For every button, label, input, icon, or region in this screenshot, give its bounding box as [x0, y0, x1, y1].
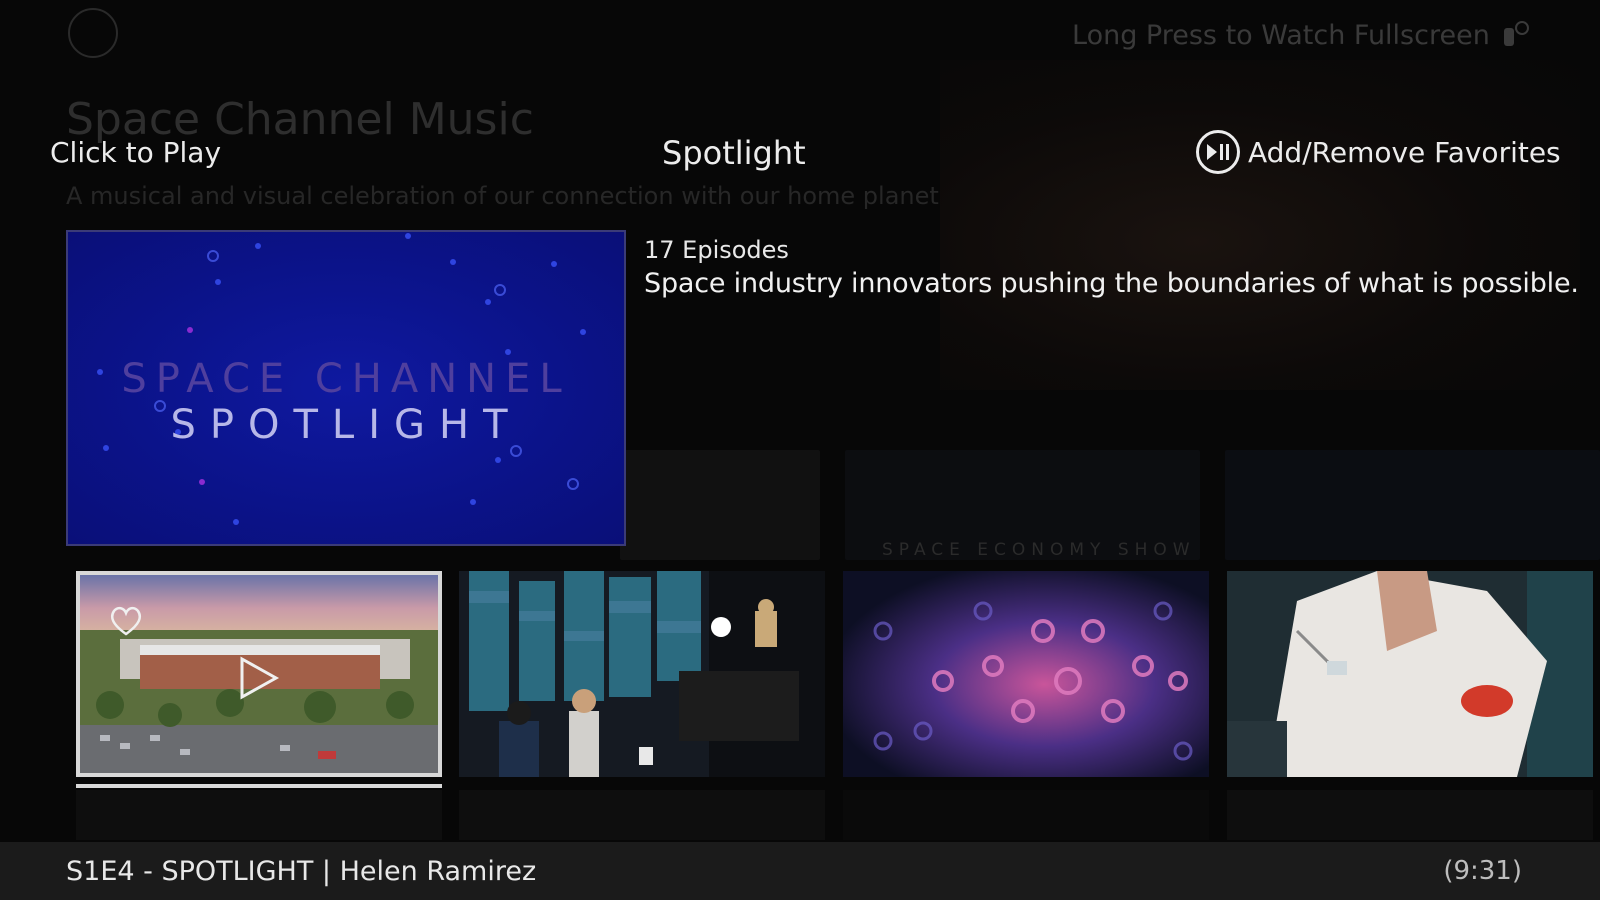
hero-title-line1: SPACE CHANNEL: [121, 356, 571, 402]
channel-logo: [68, 8, 118, 58]
episode-thumbnail[interactable]: [76, 571, 442, 777]
background-artwork: [940, 60, 1580, 390]
background-row-tile: [1227, 790, 1593, 840]
remote-icon: [1500, 18, 1534, 52]
show-description: Space industry innovators pushing the bo…: [644, 268, 1579, 299]
now-playing-title: S1E4 - SPOTLIGHT | Helen Ramirez: [66, 856, 537, 887]
background-row-tile: [459, 790, 825, 840]
hero-artwork[interactable]: SPACE CHANNEL SPOTLIGHT: [66, 230, 626, 546]
page-title: Spotlight: [662, 134, 806, 172]
background-row-tile: [843, 790, 1209, 840]
play-icon[interactable]: [238, 655, 280, 701]
playback-progress-fill: [76, 784, 442, 788]
episode-thumbnail[interactable]: [1227, 571, 1593, 777]
add-remove-favorites-button[interactable]: Add/Remove Favorites: [1196, 128, 1561, 176]
background-row-tile: [76, 790, 442, 840]
background-tile: [620, 450, 820, 560]
episode-thumbnail[interactable]: [459, 571, 825, 777]
now-playing-bar: S1E4 - SPOTLIGHT | Helen Ramirez (9:31): [0, 842, 1600, 900]
episode-count: 17 Episodes: [644, 236, 789, 264]
playback-progress: [76, 784, 442, 788]
background-tile-label: SPACE ECONOMY SHOW: [882, 540, 1196, 560]
heart-icon[interactable]: [108, 605, 144, 637]
background-tile: [1225, 450, 1600, 560]
overlay-header: Click to Play Spotlight Add/Remove Favor…: [0, 128, 1600, 178]
background-channel-subtitle: A musical and visual celebration of our …: [66, 182, 939, 210]
hero-title-line2: SPOTLIGHT: [170, 402, 522, 448]
favorites-label: Add/Remove Favorites: [1248, 135, 1561, 169]
click-to-play-hint: Click to Play: [50, 136, 222, 169]
play-pause-icon: [1196, 130, 1240, 174]
episode-thumbnail[interactable]: [843, 571, 1209, 777]
episode-duration: (9:31): [1443, 856, 1522, 886]
fullscreen-hint: Long Press to Watch Fullscreen: [1072, 20, 1490, 51]
